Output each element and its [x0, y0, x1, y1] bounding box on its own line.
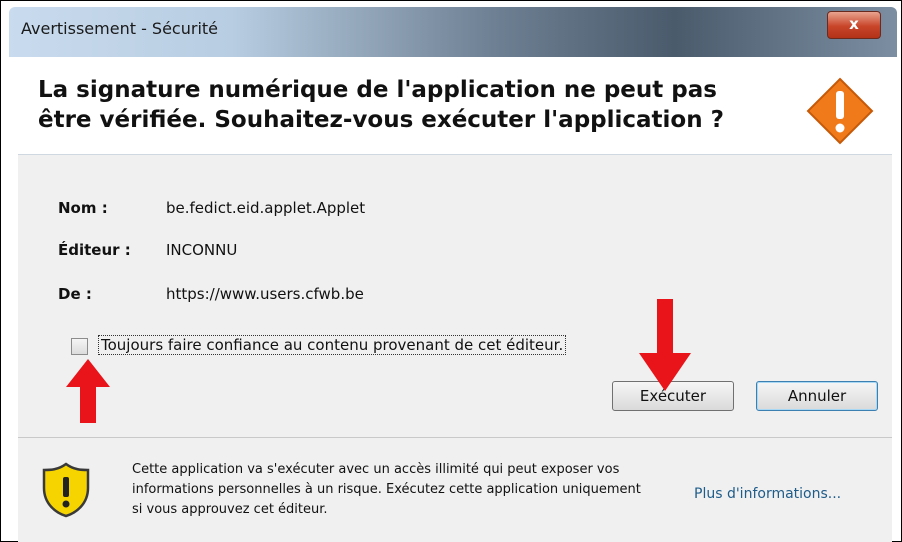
window-title: Avertissement - Sécurité	[21, 19, 218, 38]
dialog-footer: Cette application va s'exécuter avec un …	[18, 437, 892, 542]
cancel-button[interactable]: Annuler	[756, 381, 878, 411]
from-value: https://www.users.cfwb.be	[166, 285, 364, 303]
publisher-value: INCONNU	[166, 241, 238, 259]
close-button[interactable]: x	[827, 11, 881, 39]
from-label: De :	[58, 285, 92, 303]
name-value: be.fedict.eid.applet.Applet	[166, 199, 366, 217]
dialog-body: Nom : be.fedict.eid.applet.Applet Éditeu…	[18, 155, 892, 437]
header-message: La signature numérique de l'application …	[38, 77, 724, 133]
dialog-header: La signature numérique de l'application …	[18, 57, 892, 155]
name-label: Nom :	[58, 199, 108, 217]
trust-publisher-label[interactable]: Toujours faire confiance au contenu prov…	[98, 335, 567, 355]
security-warning-dialog: Avertissement - Sécurité x La signature …	[0, 0, 902, 542]
footer-warning-text: Cette application va s'exécuter avec un …	[132, 462, 641, 517]
warning-diamond-icon	[806, 77, 874, 145]
trust-publisher-checkbox[interactable]	[71, 338, 88, 355]
title-bar: Avertissement - Sécurité x	[9, 7, 897, 57]
more-info-link[interactable]: Plus d'informations...	[694, 486, 841, 502]
publisher-label: Éditeur :	[58, 241, 131, 259]
red-arrow-down-icon	[639, 299, 691, 391]
security-shield-icon	[42, 462, 90, 518]
red-arrow-up-icon	[66, 359, 110, 423]
